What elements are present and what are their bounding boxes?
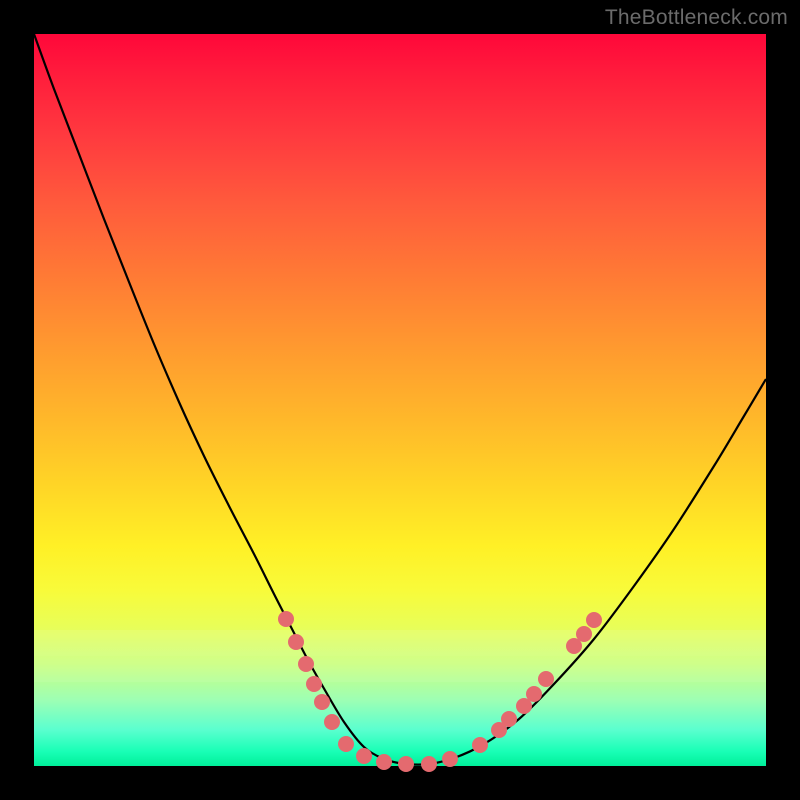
bottleneck-curve-line [34,34,766,765]
chart-frame: TheBottleneck.com [0,0,800,800]
curve-dot [338,736,354,752]
bottleneck-curve-plot [34,34,766,766]
curve-dot [288,634,304,650]
curve-dot [442,751,458,767]
curve-dot [576,626,592,642]
curve-dot [376,754,392,770]
curve-dot [298,656,314,672]
curve-dot [356,748,372,764]
curve-dot [421,756,437,772]
curve-dot [314,694,330,710]
curve-dot [538,671,554,687]
curve-dot [278,611,294,627]
watermark-text: TheBottleneck.com [605,6,788,30]
curve-dot [586,612,602,628]
curve-dot [501,711,517,727]
curve-dot [306,676,322,692]
curve-dot [472,737,488,753]
curve-dot [398,756,414,772]
curve-dot [324,714,340,730]
curve-dot [526,686,542,702]
